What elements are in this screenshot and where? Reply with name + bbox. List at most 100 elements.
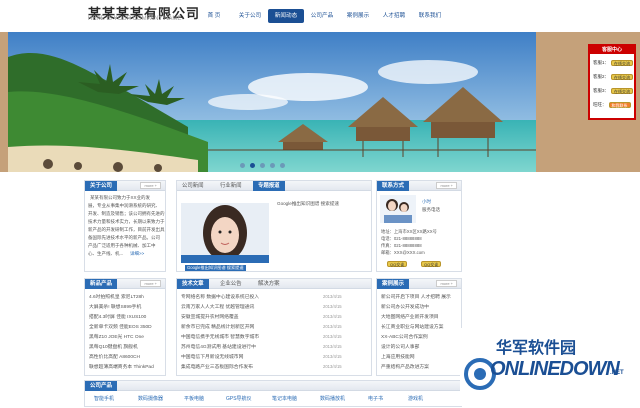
product-item[interactable]: 黑莓Z10 JOE光 HTC One — [89, 333, 144, 340]
wangwang-button[interactable]: 和我联系 — [608, 102, 631, 108]
support-row: 客服3： 在线交流 — [593, 88, 634, 94]
case-item[interactable]: 上海应用技能网 — [381, 353, 415, 360]
nav-contact[interactable]: 联系我们 — [412, 9, 448, 23]
tech-item[interactable]: 安徽宣城提升农村网络覆盖 — [181, 313, 239, 320]
about-detail-link[interactable]: 详细>> — [130, 251, 144, 257]
tab-special-report[interactable]: 专题报道 — [253, 181, 285, 191]
footer-product-item[interactable]: 平板电脑 — [184, 395, 204, 402]
support-row: 客服2： 在线交流 — [593, 74, 634, 80]
tech-box: 技术文章 企业公告 解决方案 专网络名称 数据中心建设系统已投入 2013/4/1… — [176, 278, 372, 376]
news-box: 公司新闻 行业新闻 专题报道 Google推出知识图谱 搜索提速 Google推… — [176, 180, 372, 272]
case-item[interactable]: XX-ABC公司合作案例 — [381, 333, 428, 340]
footer-product-item[interactable]: 电子书 — [368, 395, 383, 402]
tech-item[interactable]: 新余市已完成 精品线计划新区开网 — [181, 323, 254, 330]
product-item[interactable]: 搭配4.3吋屏 佳能 IXUS100 — [89, 313, 146, 320]
footer-products-box: 公司产品 — [84, 380, 462, 407]
tab-industry-news[interactable]: 行业新闻 — [215, 181, 247, 191]
about-text: 备国际先进技术水平的新产品。公司 — [88, 235, 160, 240]
company-slogan: HERE IS YOUR COMPANY NAME — [88, 16, 182, 22]
product-item[interactable]: 黑莓Q10键盘机 旗舰机 — [89, 343, 138, 350]
product-item[interactable]: 高性价比高配 A8600CH — [89, 353, 140, 360]
support-row: 旺旺： 和我联系 — [593, 102, 631, 108]
nav-jobs[interactable]: 人才招聘 — [376, 9, 412, 23]
tab-tech-articles[interactable]: 技术文章 — [177, 279, 209, 289]
tech-item[interactable]: 中国电信携手无线城市 智慧数字城市 — [181, 333, 259, 340]
footer-product-item[interactable]: 智能手机 — [94, 395, 114, 402]
products-box: 新品产品 more + 4.6吋拍照机皇 索尼LT28h 大屏美杀! 联想S89… — [84, 278, 166, 376]
chat-button[interactable]: 在线交流 — [611, 74, 634, 80]
tech-item[interactable]: 云南万家人人大工程 优越管理通讯 — [181, 303, 254, 310]
about-text: 心、生产线、机... — [88, 251, 124, 256]
news-photo-caption[interactable]: Google推出知识图谱 搜索提速 — [185, 265, 246, 271]
about-text: 新产品的开发研制工作，目前开发出具 — [88, 227, 165, 232]
footer-products-title: 公司产品 — [85, 381, 118, 391]
banner-image[interactable] — [8, 32, 536, 172]
chat-button[interactable]: 在线交流 — [611, 60, 634, 66]
support-row: 客服1： 在线交流 — [593, 60, 634, 66]
banner-pagination — [240, 163, 285, 168]
banner-dot[interactable] — [260, 163, 265, 168]
nav-about[interactable]: 关于公司 — [232, 9, 268, 23]
qq-chat-button[interactable]: QQ交谈 — [421, 261, 442, 267]
contact-more-button[interactable]: more + — [436, 182, 457, 189]
tech-date: 2013/4/15 — [323, 354, 342, 359]
banner-dot[interactable] — [280, 163, 285, 168]
case-item[interactable]: 长江商业职业与网站建设方案 — [381, 323, 443, 330]
qq-chat-button[interactable]: QQ交谈 — [387, 261, 408, 267]
watermark-en-text: ONLINEDOWN — [490, 358, 620, 380]
case-item[interactable]: 新公司办公开发成功中 — [381, 303, 429, 310]
about-more-button[interactable]: more + — [140, 182, 161, 189]
product-item[interactable]: 大屏美杀! 联想S899手机 — [89, 303, 141, 310]
case-item[interactable]: 严重结构产品改进方案 — [381, 363, 429, 370]
products-title: 新品产品 — [85, 279, 118, 289]
footer-product-item[interactable]: 笔记本电脑 — [272, 395, 297, 402]
nav-home[interactable]: 首 页 — [196, 9, 232, 23]
tech-item[interactable]: 苏州电信4G测试用 基站建设进行中 — [181, 343, 256, 350]
tab-solutions[interactable]: 解决方案 — [253, 279, 285, 289]
tab-company-news[interactable]: 公司新闻 — [177, 181, 209, 191]
footer-product-item[interactable]: GPS导航仪 — [226, 395, 252, 402]
tech-item[interactable]: 集成电路产业三态板国际合作发布 — [181, 363, 253, 370]
cases-more-button[interactable]: more + — [436, 280, 457, 287]
tab-notices[interactable]: 企业公告 — [215, 279, 247, 289]
hotline-text: 服务电话 — [422, 207, 440, 212]
contact-email: 邮箱：XXX@XXX.com — [381, 250, 425, 255]
banner-dot[interactable] — [270, 163, 275, 168]
case-item[interactable]: 新公司开启下项目 人才招聘 展示 — [381, 293, 451, 300]
contact-address: 地址：上海市XX区XX路XX号 — [381, 229, 437, 234]
news-photo[interactable] — [181, 203, 269, 263]
tech-date: 2013/4/15 — [323, 334, 342, 339]
tech-date: 2013/4/15 — [323, 364, 342, 369]
banner-dot[interactable] — [240, 163, 245, 168]
nav-news[interactable]: 新闻动态 — [268, 9, 304, 23]
customer-service-panel: 客服中心 客服1： 在线交流 客服2： 在线交流 客服3： 在线交流 旺旺： 和我联系 — [588, 44, 636, 120]
support-label: 客服2： — [593, 74, 610, 79]
product-item[interactable]: 4.6吋拍照机皇 索尼LT28h — [89, 293, 144, 300]
support-title: 客服中心 — [590, 46, 634, 54]
chat-button[interactable]: 在线交流 — [611, 88, 634, 94]
support-label: 客服1： — [593, 60, 610, 65]
tech-date: 2013/4/15 — [323, 324, 342, 329]
support-label: 旺旺： — [593, 102, 607, 107]
tech-item[interactable]: 专网络名称 数据中心建设系统已投入 — [181, 293, 259, 300]
footer-product-item[interactable]: 数码播放机 — [320, 395, 345, 402]
about-text: 展，专业从事集中润滑系统的研究、 — [88, 203, 160, 208]
product-item[interactable]: 全新单卡双频 佳能EOS 350D — [89, 323, 152, 330]
case-item[interactable]: 设计的公司人事部 — [381, 343, 419, 350]
about-text: 某某有限公司致力于XX业的发 — [90, 195, 151, 200]
tech-date: 2013/4/15 — [323, 294, 342, 299]
nav-products[interactable]: 公司产品 — [304, 9, 340, 23]
support-photo — [380, 195, 416, 223]
tech-date: 2013/4/15 — [323, 314, 342, 319]
footer-product-item[interactable]: 游戏机 — [408, 395, 423, 402]
news-item[interactable]: Google推出知识图谱 搜索提速 — [277, 201, 339, 207]
banner-dot-active[interactable] — [250, 163, 255, 168]
product-item[interactable]: 联想超薄高端商务本 ThinkPad — [89, 363, 154, 370]
watermark-logo: 华军软件园 ONLINEDOWN .NET — [460, 328, 638, 406]
footer-product-item[interactable]: 数码摄像器 — [138, 395, 163, 402]
case-item[interactable]: 大地图网络产业新开发项目 — [381, 313, 439, 320]
products-more-button[interactable]: more + — [140, 280, 161, 287]
contact-phone: 电话：021-88888888 — [381, 236, 422, 241]
tech-item[interactable]: 中国电信下月新设无线城市网 — [181, 353, 243, 360]
nav-cases[interactable]: 案例展示 — [340, 9, 376, 23]
